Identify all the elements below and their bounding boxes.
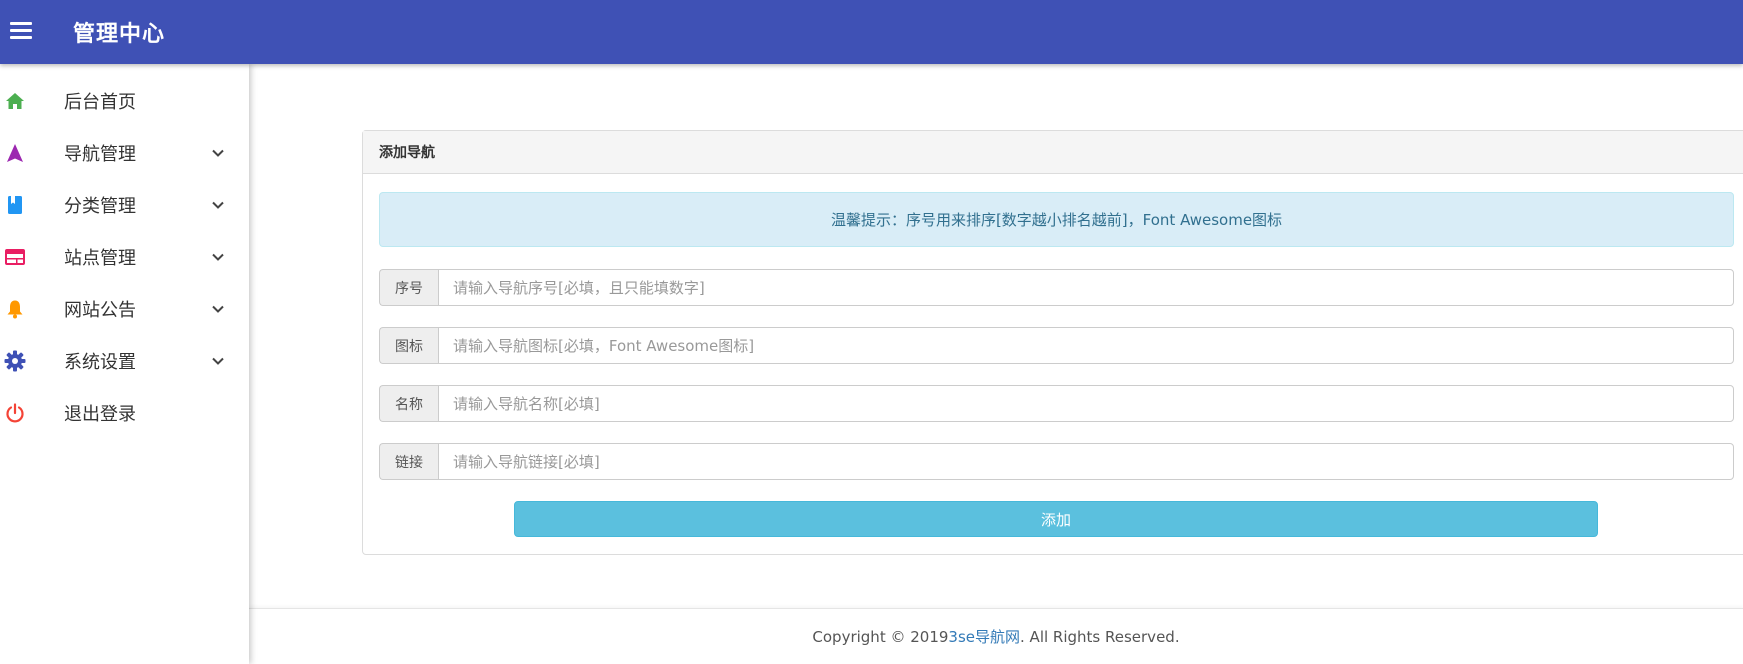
main-content: 添加导航 温馨提示：序号用来排序[数字越小排名越前]，Font Awesome图… [249,64,1743,664]
icon-input[interactable] [438,327,1734,364]
name-field: 名称 [379,385,1734,422]
top-app-bar: 管理中心 [0,0,1743,64]
sidebar-item-label: 导航管理 [64,144,136,165]
power-icon [4,402,26,424]
app-title: 管理中心 [73,22,166,47]
sidebar-item-home[interactable]: 后台首页 [0,75,249,127]
copyright-prefix: Copyright © 2019 [812,627,949,646]
add-navigation-panel: 添加导航 温馨提示：序号用来排序[数字越小排名越前]，Font Awesome图… [362,130,1743,555]
link-label: 链接 [379,443,438,480]
sidebar-item-label: 网站公告 [64,300,136,321]
sidebar-item-settings[interactable]: 系统设置 [0,335,249,387]
gear-icon [4,350,26,372]
chevron-down-icon [212,357,224,365]
home-icon [4,90,26,112]
copyright-suffix: . All Rights Reserved. [1020,627,1180,646]
chevron-down-icon [212,149,224,157]
sidebar-item-label: 分类管理 [64,196,136,217]
name-label: 名称 [379,385,438,422]
add-button[interactable]: 添加 [514,501,1598,537]
sidebar-item-sites[interactable]: 站点管理 [0,231,249,283]
sidebar-item-logout[interactable]: 退出登录 [0,387,249,439]
sidebar-item-label: 退出登录 [64,404,136,425]
site-link[interactable]: 3se导航网 [948,626,1020,647]
navigation-arrow-icon [4,142,26,164]
sidebar-item-label: 系统设置 [64,352,136,373]
order-input[interactable] [438,269,1734,306]
sidebar: 后台首页 导航管理 分类管理 站点管理 网站公告 系统设置 退出登录 [0,64,249,664]
link-input[interactable] [438,443,1734,480]
icon-label: 图标 [379,327,438,364]
sidebar-item-navigation[interactable]: 导航管理 [0,127,249,179]
order-label: 序号 [379,269,438,306]
web-window-icon [4,246,26,268]
footer: Copyright © 2019 3se导航网 . All Rights Res… [249,608,1743,664]
sidebar-item-label: 后台首页 [64,92,136,113]
sidebar-item-category[interactable]: 分类管理 [0,179,249,231]
chevron-down-icon [212,253,224,261]
name-input[interactable] [438,385,1734,422]
chevron-down-icon [212,201,224,209]
link-field: 链接 [379,443,1734,480]
hamburger-icon[interactable] [10,22,32,40]
info-alert: 温馨提示：序号用来排序[数字越小排名越前]，Font Awesome图标 [379,192,1734,247]
panel-title: 添加导航 [363,131,1743,174]
sidebar-item-label: 站点管理 [64,248,136,269]
chevron-down-icon [212,305,224,313]
order-field: 序号 [379,269,1734,306]
sidebar-item-announcements[interactable]: 网站公告 [0,283,249,335]
bell-icon [4,298,26,320]
book-icon [4,194,26,216]
icon-field: 图标 [379,327,1734,364]
